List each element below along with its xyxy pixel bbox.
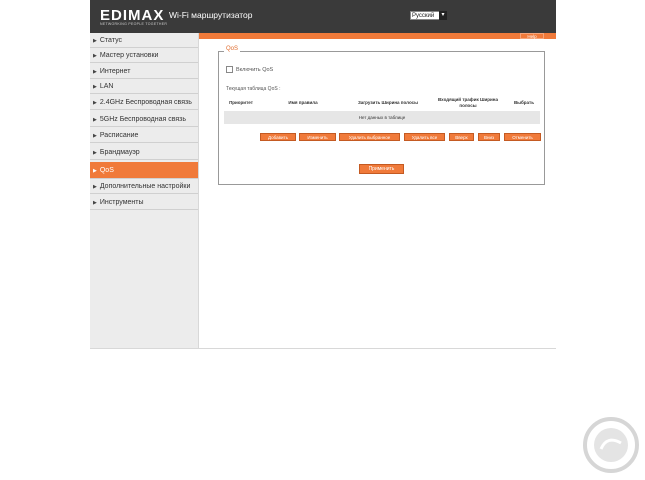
delete-selected-button[interactable]: Удалить выбранное [339, 133, 400, 141]
column-header-upload-bandwidth: Загрузить Ширина полосы [357, 100, 419, 105]
sidebar-item-setup-wizard[interactable]: ▶ Мастер установки [90, 48, 198, 63]
current-table-label: Текущая таблица QoS : [226, 86, 281, 92]
sidebar-item-internet[interactable]: ▶ Интернет [90, 64, 198, 79]
cancel-button[interactable]: Отменить [504, 133, 541, 141]
column-header-priority: Приоритет [229, 100, 253, 105]
divider [90, 348, 556, 349]
enable-qos-row: Включить QoS [226, 66, 273, 73]
sidebar-item-wireless-24[interactable]: ▶ 2.4GHz Беспроводная связь [90, 95, 198, 110]
sidebar-item-label: Интернет [99, 68, 131, 75]
empty-table-row: Нет данных в таблице [224, 111, 540, 124]
top-header: EDIMAX NETWORKING PEOPLE TOGETHER Wi-Fi … [90, 0, 556, 33]
triangle-right-icon: ▶ [93, 200, 97, 206]
sidebar-item-lan[interactable]: ▶ LAN [90, 79, 198, 94]
sidebar-item-label: Брандмауэр [99, 149, 140, 156]
triangle-right-icon: ▶ [93, 38, 97, 44]
sidebar-item-wireless-5[interactable]: ▶ 5GHz Беспроводная связь [90, 112, 198, 127]
move-up-button[interactable]: Вверх [449, 133, 474, 141]
triangle-right-icon: ▶ [93, 133, 97, 139]
triangle-right-icon: ▶ [93, 69, 97, 75]
sidebar-item-label: Инструменты [99, 199, 144, 206]
sidebar-item-label: 5GHz Беспроводная связь [99, 116, 187, 123]
chevron-down-icon[interactable]: ▾ [439, 11, 447, 20]
delete-all-button[interactable]: Удалить все [404, 133, 445, 141]
sidebar-item-label: QoS [99, 167, 114, 174]
app-title: Wi-Fi маршрутизатор [169, 10, 253, 20]
sidebar-item-label: LAN [99, 83, 114, 90]
triangle-right-icon: ▶ [93, 53, 97, 59]
sidebar-item-advanced[interactable]: ▶ Дополнительные настройки [90, 179, 198, 194]
triangle-right-icon: ▶ [93, 150, 97, 156]
edimax-logo: EDIMAX [100, 7, 165, 24]
edit-button[interactable]: Изменить [299, 133, 336, 141]
add-button[interactable]: Добавить [260, 133, 296, 141]
sidebar-item-label: Мастер установки [99, 52, 159, 59]
enable-qos-label: Включить QoS [236, 66, 274, 73]
sidebar: ▶ Статус ▶ Мастер установки ▶ Интернет ▶ LAN… [90, 33, 199, 349]
enable-qos-checkbox[interactable] [226, 66, 233, 73]
move-down-button[interactable]: Вниз [478, 133, 500, 141]
logo-tagline: NETWORKING PEOPLE TOGETHER [100, 22, 168, 26]
triangle-right-icon: ▶ [93, 184, 97, 190]
sidebar-item-schedule[interactable]: ▶ Расписание [90, 128, 198, 143]
sidebar-item-label: 2.4GHz Беспроводная связь [99, 99, 192, 106]
sidebar-item-status[interactable]: ▶ Статус [90, 33, 198, 48]
triangle-right-icon: ▶ [93, 100, 97, 106]
apply-button[interactable]: Применить [359, 164, 404, 174]
sidebar-item-label: Дополнительные настройки [99, 183, 191, 190]
triangle-right-icon: ▶ [93, 168, 97, 174]
qos-legend: QoS [224, 46, 241, 52]
column-header-rule-name: Имя правила [288, 100, 318, 105]
sidebar-item-label: Статус [99, 37, 122, 44]
column-header-select: Выбрать [513, 100, 535, 105]
sidebar-item-label: Расписание [99, 132, 139, 139]
column-header-download-bandwidth: Входящий трафик Ширина полосы [437, 97, 499, 108]
triangle-right-icon: ▶ [93, 117, 97, 123]
triangle-right-icon: ▶ [93, 84, 97, 90]
watermark-logo [583, 417, 639, 473]
sidebar-item-tools[interactable]: ▶ Инструменты [90, 195, 198, 210]
sidebar-item-qos[interactable]: ▶ QoS [90, 162, 198, 179]
sidebar-item-firewall[interactable]: ▶ Брандмауэр [90, 145, 198, 160]
